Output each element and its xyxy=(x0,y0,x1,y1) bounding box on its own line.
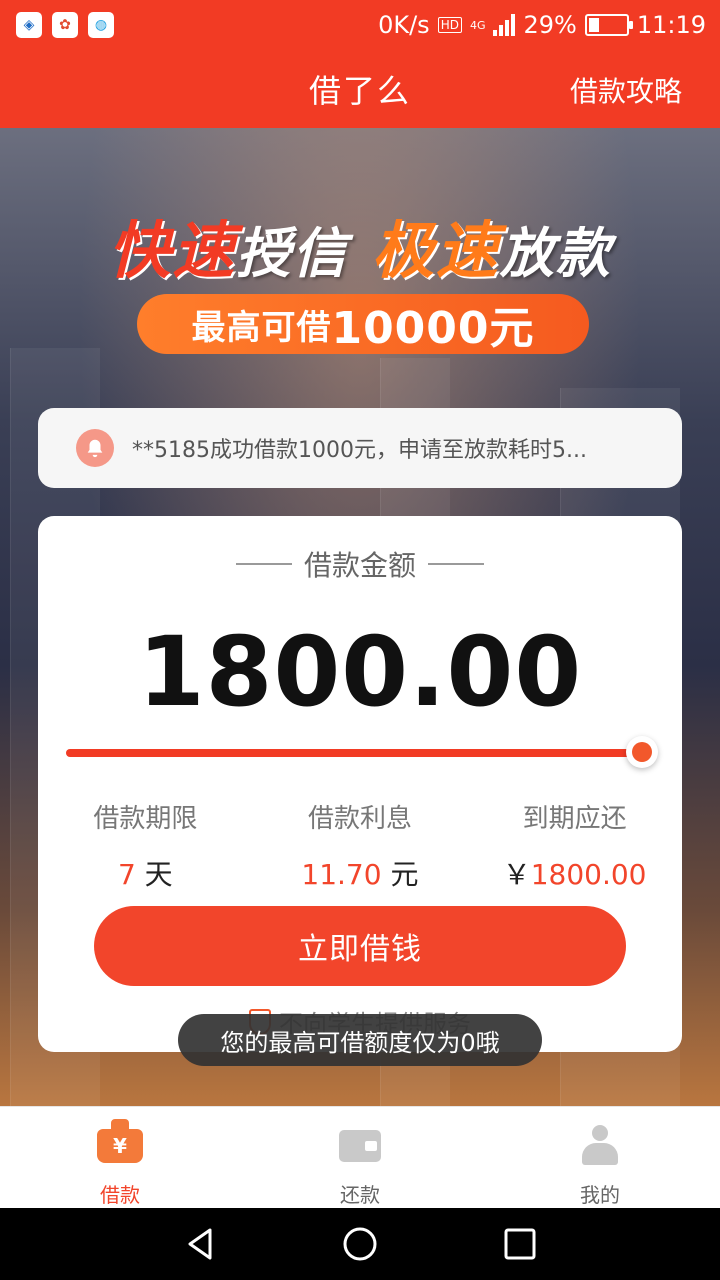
amount-slider-track[interactable] xyxy=(66,749,642,757)
nav-tab-repay[interactable]: 还款 xyxy=(240,1107,480,1208)
app-notification-icon: ✿ xyxy=(52,12,78,38)
network-speed: 0K/s xyxy=(378,11,430,39)
amount-slider-thumb[interactable] xyxy=(626,736,658,768)
bottom-nav: ¥ 借款 还款 我的 xyxy=(0,1106,720,1208)
banner-word: 快速 xyxy=(108,214,237,287)
loan-due: 到期应还 ￥1800.00 xyxy=(467,798,682,893)
battery-icon xyxy=(584,14,633,36)
max-loan-amount: 10000元 xyxy=(331,303,535,354)
max-loan-prefix: 最高可借 xyxy=(191,307,332,348)
borrow-now-button[interactable]: 立即借钱 xyxy=(94,906,626,986)
max-loan-pill: 最高可借 10000元 xyxy=(137,294,589,354)
loan-amount-title: 借款金额 xyxy=(303,549,416,582)
wallet-icon xyxy=(337,1125,383,1167)
nav-tab-label: 借款 xyxy=(100,1183,140,1207)
notification-icons: ◈ ✿ ◍ xyxy=(16,12,114,38)
loan-term: 借款期限 7 天 xyxy=(38,798,253,893)
page-title: 借了么 xyxy=(308,72,411,110)
divider xyxy=(235,563,292,565)
loan-due-value: 1800.00 xyxy=(530,858,647,891)
loan-interest: 借款利息 11.70 元 xyxy=(253,798,468,893)
nav-tab-borrow[interactable]: ¥ 借款 xyxy=(0,1107,240,1208)
loan-info-row: 借款期限 7 天 借款利息 11.70 元 到期应还 ￥1800.00 xyxy=(38,798,682,893)
loan-due-label: 到期应还 xyxy=(522,804,627,834)
recents-icon[interactable] xyxy=(500,1224,540,1264)
yen-bag-icon: ¥ xyxy=(97,1119,143,1167)
toast-message: 您的最高可借额度仅为0哦 xyxy=(178,1014,542,1066)
banner-word: 放款 xyxy=(499,222,612,285)
loan-term-label: 借款期限 xyxy=(93,804,198,834)
clock: 11:19 xyxy=(636,11,706,39)
banner-word: 极速 xyxy=(371,214,500,287)
nav-tab-mine[interactable]: 我的 xyxy=(480,1107,720,1208)
loan-term-value-line: 7 天 xyxy=(38,853,253,893)
status-bar: ◈ ✿ ◍ 0K/s HD 4G 29% 11:19 xyxy=(0,0,720,50)
battery-percent: 29% xyxy=(523,11,577,39)
nav-tab-label: 还款 xyxy=(340,1183,380,1207)
loan-amount-value: 1800.00 xyxy=(137,616,583,728)
loan-card: 借款金额 1800.00 借款期限 7 天 借款利息 11.70 元 到期应还 … xyxy=(38,516,682,1052)
app-header: 借了么 借款攻略 xyxy=(0,50,720,128)
loan-interest-value-line: 11.70 元 xyxy=(253,853,468,893)
loan-notice-bar[interactable]: **5185成功借款1000元，申请至放款耗时5... xyxy=(38,408,682,488)
hd-icon: HD xyxy=(437,17,462,33)
loan-interest-value: 11.70 xyxy=(301,858,382,891)
amount-slider-fill xyxy=(66,749,642,757)
bell-icon xyxy=(76,429,114,467)
loan-due-value-line: ￥1800.00 xyxy=(467,853,682,893)
home-icon[interactable] xyxy=(340,1224,380,1264)
signal-icon xyxy=(493,14,516,36)
message-notification-icon: ◍ xyxy=(88,12,114,38)
back-icon[interactable] xyxy=(180,1224,220,1264)
system-status: 0K/s HD 4G 29% 11:19 xyxy=(378,11,706,39)
user-icon xyxy=(577,1125,623,1167)
banner-word: 授信 xyxy=(236,222,349,285)
divider xyxy=(428,563,484,565)
network-type: 4G xyxy=(469,18,486,32)
app-notification-icon: ◈ xyxy=(16,12,42,38)
notice-text: **5185成功借款1000元，申请至放款耗时5... xyxy=(132,438,587,463)
loan-interest-label: 借款利息 xyxy=(307,804,412,834)
nav-tab-label: 我的 xyxy=(580,1183,620,1207)
loan-interest-unit: 元 xyxy=(390,858,419,891)
loan-term-unit: 天 xyxy=(144,858,173,891)
loan-term-value: 7 xyxy=(117,858,136,891)
due-currency: ￥ xyxy=(502,858,531,891)
card-title-row: 借款金额 xyxy=(38,544,682,584)
loan-guide-link[interactable]: 借款攻略 xyxy=(570,70,682,110)
system-nav-bar xyxy=(0,1208,720,1280)
banner-slogan: 快速授信 极速放款 xyxy=(0,200,720,290)
